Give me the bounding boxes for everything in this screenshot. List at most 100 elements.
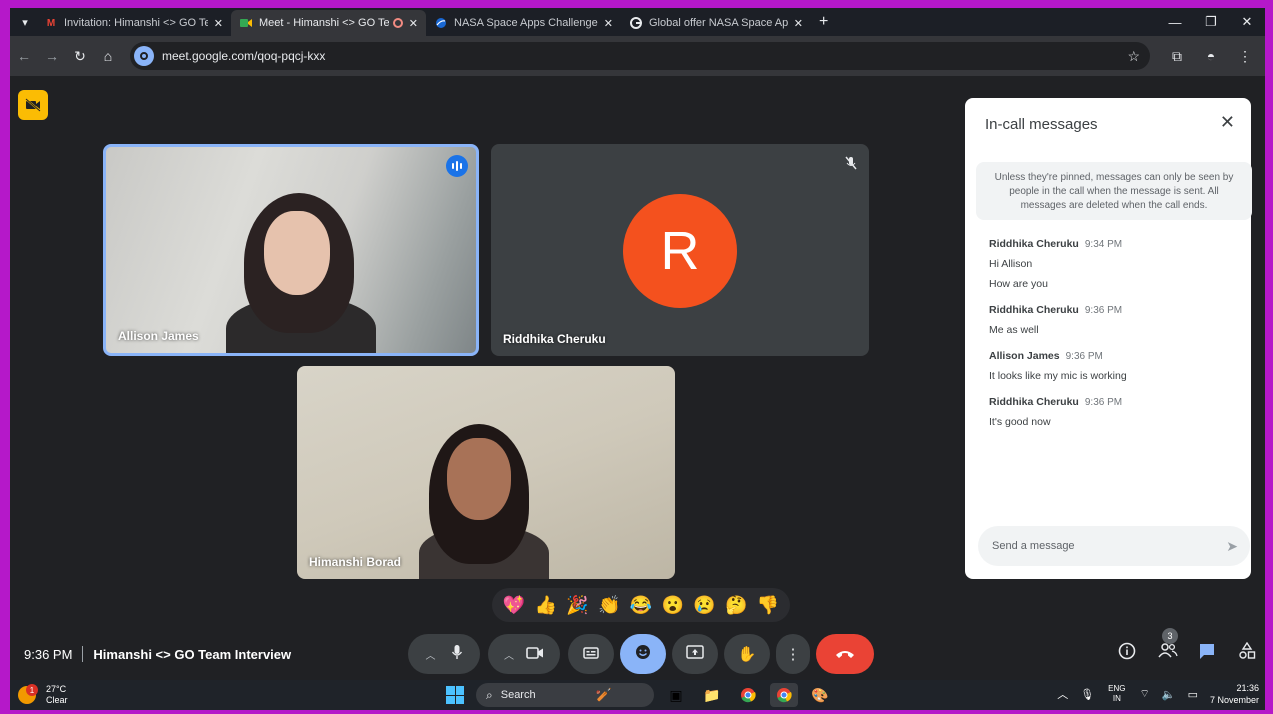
- video-options-chevron-icon[interactable]: ︿: [504, 647, 514, 662]
- chrome-active-icon[interactable]: [770, 683, 798, 707]
- activities-icon[interactable]: [1238, 641, 1256, 665]
- reaction-thinking[interactable]: 🤔: [725, 596, 747, 614]
- more-options-button[interactable]: ⋮: [776, 634, 810, 674]
- camera-off-indicator-icon[interactable]: [18, 90, 48, 120]
- reaction-clap[interactable]: 👏: [598, 596, 620, 614]
- send-message-input[interactable]: [992, 540, 1212, 552]
- reaction-heart[interactable]: 💖: [503, 596, 525, 614]
- reaction-thumbs-down[interactable]: 👎: [757, 596, 779, 614]
- volume-icon[interactable]: 🔈: [1162, 688, 1176, 701]
- window-controls: — ❐ ✕: [1157, 8, 1265, 36]
- participant-avatar: R: [623, 194, 737, 308]
- extensions-puzzle-icon[interactable]: ⧉: [1160, 48, 1194, 65]
- meet-stage: Allison James R Riddhika Cheruku Himansh…: [10, 76, 1265, 680]
- tab-close-icon[interactable]: ✕: [214, 17, 223, 30]
- tab-close-icon[interactable]: ✕: [604, 17, 613, 30]
- chat-icon[interactable]: [1198, 642, 1216, 665]
- minimize-icon[interactable]: —: [1157, 15, 1193, 30]
- taskbar-search-box[interactable]: ⌕ Search 🏏: [476, 683, 654, 707]
- meeting-time: 9:36 PM: [24, 646, 73, 662]
- address-bar[interactable]: meet.google.com/qoq-pqcj-kxx ☆: [130, 42, 1150, 70]
- gmail-icon: M: [46, 17, 56, 29]
- reaction-thumbs-up[interactable]: 👍: [534, 596, 556, 614]
- weather-sun-icon: 1: [18, 684, 38, 704]
- wifi-icon[interactable]: ⌔: [1140, 687, 1150, 701]
- paint-app-icon[interactable]: 🎨: [806, 683, 834, 707]
- send-icon[interactable]: ➤: [1226, 538, 1238, 555]
- call-control-bar: 9:36 PM Himanshi <> GO Team Interview ︿ …: [10, 628, 1265, 680]
- participant-video-himanshi: [397, 416, 567, 579]
- message-sender-row: Riddhika Cheruku 9:36 PM: [989, 304, 1229, 316]
- leave-call-button[interactable]: [816, 634, 874, 674]
- file-explorer-icon[interactable]: 📁: [698, 683, 726, 707]
- present-screen-button[interactable]: [672, 634, 718, 674]
- microphone-control: ︿: [408, 634, 480, 674]
- tab-search-chevron-icon[interactable]: ▾: [14, 11, 36, 33]
- participant-tile-allison[interactable]: Allison James: [103, 144, 479, 356]
- google-icon: [629, 16, 643, 30]
- reaction-sad[interactable]: 😢: [693, 596, 715, 614]
- present-screen-icon: [686, 645, 704, 663]
- participant-tile-riddhika[interactable]: R Riddhika Cheruku: [491, 144, 869, 356]
- reaction-party[interactable]: 🎉: [566, 596, 588, 614]
- reload-icon[interactable]: ↻: [66, 48, 94, 65]
- tab-gmail-invitation[interactable]: M Invitation: Himanshi <> GO Te ✕: [36, 10, 231, 36]
- meet-icon: [239, 16, 253, 30]
- home-icon[interactable]: ⌂: [94, 48, 122, 64]
- new-tab-plus-icon[interactable]: +: [819, 13, 828, 31]
- battery-icon[interactable]: ▭: [1188, 688, 1198, 701]
- region-code: IN: [1112, 694, 1121, 703]
- in-call-messages-panel: In-call messages ✕ Unless they're pinned…: [965, 98, 1252, 579]
- chat-message: Allison James 9:36 PM It looks like my mi…: [989, 350, 1229, 382]
- reaction-surprised[interactable]: 😮: [662, 596, 684, 614]
- participant-video-allison: [216, 187, 386, 353]
- taskbar-clock[interactable]: 21:36 7 November: [1210, 682, 1259, 706]
- camera-icon[interactable]: [526, 646, 544, 663]
- tab-close-icon[interactable]: ✕: [794, 17, 803, 30]
- participant-tile-himanshi[interactable]: Himanshi Borad: [297, 366, 675, 579]
- tab-meet[interactable]: Meet - Himanshi <> GO Te ✕: [231, 10, 426, 36]
- restore-icon[interactable]: ❐: [1193, 14, 1229, 30]
- close-panel-icon[interactable]: ✕: [1220, 112, 1235, 133]
- forward-arrow-icon[interactable]: →: [38, 48, 66, 64]
- tray-overflow-chevron-icon[interactable]: ︿: [1057, 686, 1068, 702]
- tab-global-offer[interactable]: Global offer NASA Space Apps ✕: [621, 10, 811, 36]
- bookmark-star-icon[interactable]: ☆: [1127, 48, 1140, 65]
- message-sender: Allison James: [989, 350, 1060, 362]
- reactions-button[interactable]: [620, 634, 666, 674]
- message-sender: Riddhika Cheruku: [989, 238, 1079, 250]
- profile-avatar-icon[interactable]: ◓: [1194, 48, 1228, 64]
- language-indicator[interactable]: ENG IN: [1108, 684, 1125, 704]
- url-text: meet.google.com/qoq-pqcj-kxx: [162, 49, 326, 63]
- windows-start-icon[interactable]: [446, 686, 464, 704]
- meeting-details-info-icon[interactable]: [1118, 642, 1136, 665]
- raise-hand-button[interactable]: ✋: [724, 634, 770, 674]
- message-composer: ➤: [978, 526, 1250, 566]
- more-options-kebab-icon: ⋮: [785, 646, 801, 663]
- tray-microphone-icon[interactable]: 🎙: [1080, 688, 1094, 701]
- tab-label: Global offer NASA Space Apps: [649, 17, 788, 29]
- tab-nasa-space-apps[interactable]: NASA Space Apps Challenge ✕: [426, 10, 621, 36]
- windows-taskbar: 1 27°C Clear ⌕ Search 🏏 ▣ 📁 🎨 ︿ 🎙 ENG IN…: [10, 680, 1265, 710]
- system-tray: ︿ 🎙 ENG IN ⌔ 🔈 ▭ 21:36 7 November: [1051, 682, 1259, 706]
- captions-button[interactable]: [568, 634, 614, 674]
- tab-label: Meet - Himanshi <> GO Te: [259, 17, 389, 29]
- task-view-icon[interactable]: ▣: [662, 683, 690, 707]
- message-time: 9:36 PM: [1084, 397, 1123, 408]
- microphone-icon[interactable]: [451, 644, 463, 664]
- tab-close-icon[interactable]: ✕: [409, 17, 418, 30]
- audio-options-chevron-icon[interactable]: ︿: [426, 647, 436, 662]
- end-call-icon: [835, 646, 855, 663]
- reaction-laugh[interactable]: 😂: [630, 596, 652, 614]
- chrome-icon[interactable]: [734, 683, 762, 707]
- weather-description: Clear: [46, 695, 68, 705]
- people-icon[interactable]: [1158, 642, 1178, 663]
- chat-message: Riddhika Cheruku 9:36 PM It's good now: [989, 396, 1229, 428]
- message-sender-row: Allison James 9:36 PM: [989, 350, 1229, 362]
- back-arrow-icon[interactable]: ←: [10, 48, 38, 64]
- window-close-icon[interactable]: ✕: [1229, 14, 1265, 30]
- site-info-icon[interactable]: [134, 46, 154, 66]
- message-text: It's good now: [989, 416, 1051, 428]
- browser-menu-kebab-icon[interactable]: ⋮: [1228, 48, 1262, 65]
- weather-widget[interactable]: 1 27°C Clear: [18, 684, 68, 706]
